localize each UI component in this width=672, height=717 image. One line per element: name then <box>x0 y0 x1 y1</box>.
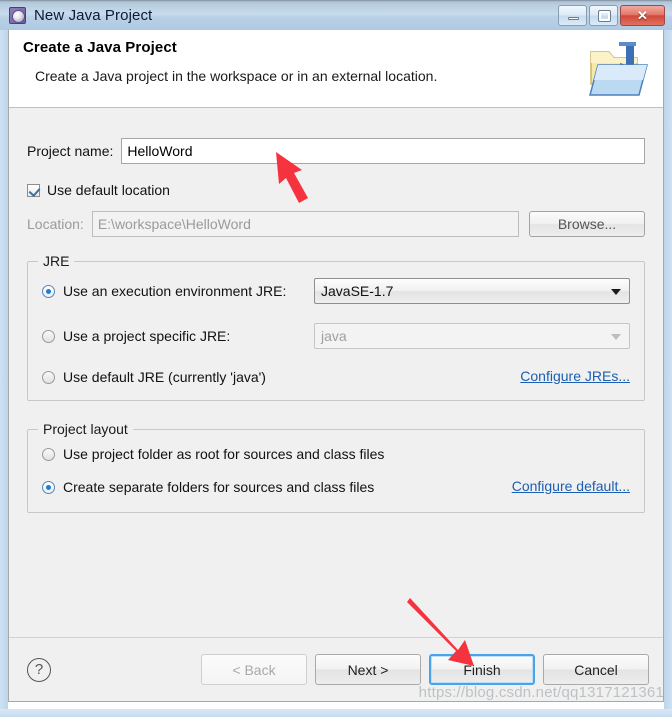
java-project-folder-icon <box>589 42 648 96</box>
use-default-location-row[interactable]: Use default location <box>27 182 645 198</box>
jre-project-specific-label: Use a project specific JRE: <box>63 328 231 344</box>
back-button[interactable]: < Back <box>201 654 307 685</box>
wizard-body: Project name: Use default location Locat… <box>9 138 663 513</box>
layout-separate-folders-label: Create separate folders for sources and … <box>63 479 375 495</box>
layout-option-separate-folders[interactable]: Create separate folders for sources and … <box>42 478 630 496</box>
project-name-row: Project name: <box>27 138 645 164</box>
project-name-input[interactable] <box>121 138 645 164</box>
maximize-icon <box>598 10 611 22</box>
execution-environment-combo[interactable]: JavaSE-1.7 <box>314 278 630 304</box>
window-frame-left <box>0 0 8 717</box>
cancel-button[interactable]: Cancel <box>543 654 649 685</box>
next-button[interactable]: Next > <box>315 654 421 685</box>
minimize-icon <box>568 17 579 20</box>
help-icon[interactable]: ? <box>27 657 51 682</box>
use-default-location-label: Use default location <box>47 182 170 198</box>
use-default-location-checkbox[interactable] <box>27 183 40 197</box>
jre-option-project-specific[interactable]: Use a project specific JRE: java <box>42 323 630 349</box>
jre-execution-environment-radio[interactable] <box>42 284 55 298</box>
footer-button-group: < Back Next > Finish Cancel <box>201 654 649 685</box>
chevron-down-icon <box>611 334 621 340</box>
location-label: Location: <box>27 216 84 232</box>
finish-button[interactable]: Finish <box>429 654 535 685</box>
wizard-header: Create a Java Project Create a Java proj… <box>9 30 663 108</box>
page-description: Create a Java project in the workspace o… <box>35 68 438 84</box>
project-name-label: Project name: <box>27 143 114 159</box>
jre-group-title: JRE <box>38 253 75 269</box>
execution-environment-value: JavaSE-1.7 <box>321 283 394 299</box>
jre-execution-environment-label: Use an execution environment JRE: <box>63 283 287 299</box>
jre-default-label: Use default JRE (currently 'java') <box>63 369 266 385</box>
jre-group: JRE Use an execution environment JRE: Ja… <box>27 253 645 401</box>
close-button[interactable]: ✕ <box>620 5 665 26</box>
location-input[interactable] <box>91 211 519 237</box>
window-frame-bottom <box>0 709 672 717</box>
layout-separate-folders-radio[interactable] <box>42 480 55 494</box>
layout-option-project-folder-root[interactable]: Use project folder as root for sources a… <box>42 446 630 462</box>
page-title: Create a Java Project <box>23 39 177 56</box>
chevron-down-icon <box>611 289 621 295</box>
jre-option-execution-environment[interactable]: Use an execution environment JRE: JavaSE… <box>42 278 630 304</box>
browse-button[interactable]: Browse... <box>529 211 645 237</box>
minimize-button[interactable] <box>558 5 587 26</box>
window-controls: ✕ <box>558 5 665 26</box>
jre-option-default[interactable]: Use default JRE (currently 'java') Confi… <box>42 368 630 386</box>
close-icon: ✕ <box>637 7 648 23</box>
window-frame-right <box>664 0 672 717</box>
project-specific-jre-value: java <box>321 328 347 344</box>
dialog-client-area: Create a Java Project Create a Java proj… <box>8 30 664 702</box>
project-layout-group-title: Project layout <box>38 421 133 437</box>
project-specific-jre-combo[interactable]: java <box>314 323 630 349</box>
new-java-project-window: New Java Project ✕ Create a Java Project… <box>0 0 672 717</box>
configure-jres-link[interactable]: Configure JREs... <box>520 368 630 384</box>
jre-project-specific-radio[interactable] <box>42 329 55 343</box>
maximize-button[interactable] <box>589 5 618 26</box>
title-bar[interactable]: New Java Project ✕ <box>0 0 672 30</box>
window-title: New Java Project <box>34 7 153 24</box>
eclipse-wizard-icon <box>9 7 26 24</box>
location-row: Location: Browse... <box>27 211 645 237</box>
project-layout-group: Project layout Use project folder as roo… <box>27 421 645 513</box>
jre-default-radio[interactable] <box>42 370 55 384</box>
configure-default-link[interactable]: Configure default... <box>512 478 630 494</box>
layout-project-folder-root-radio[interactable] <box>42 447 55 461</box>
layout-project-folder-root-label: Use project folder as root for sources a… <box>63 446 385 462</box>
dialog-footer: ? < Back Next > Finish Cancel <box>9 637 663 701</box>
